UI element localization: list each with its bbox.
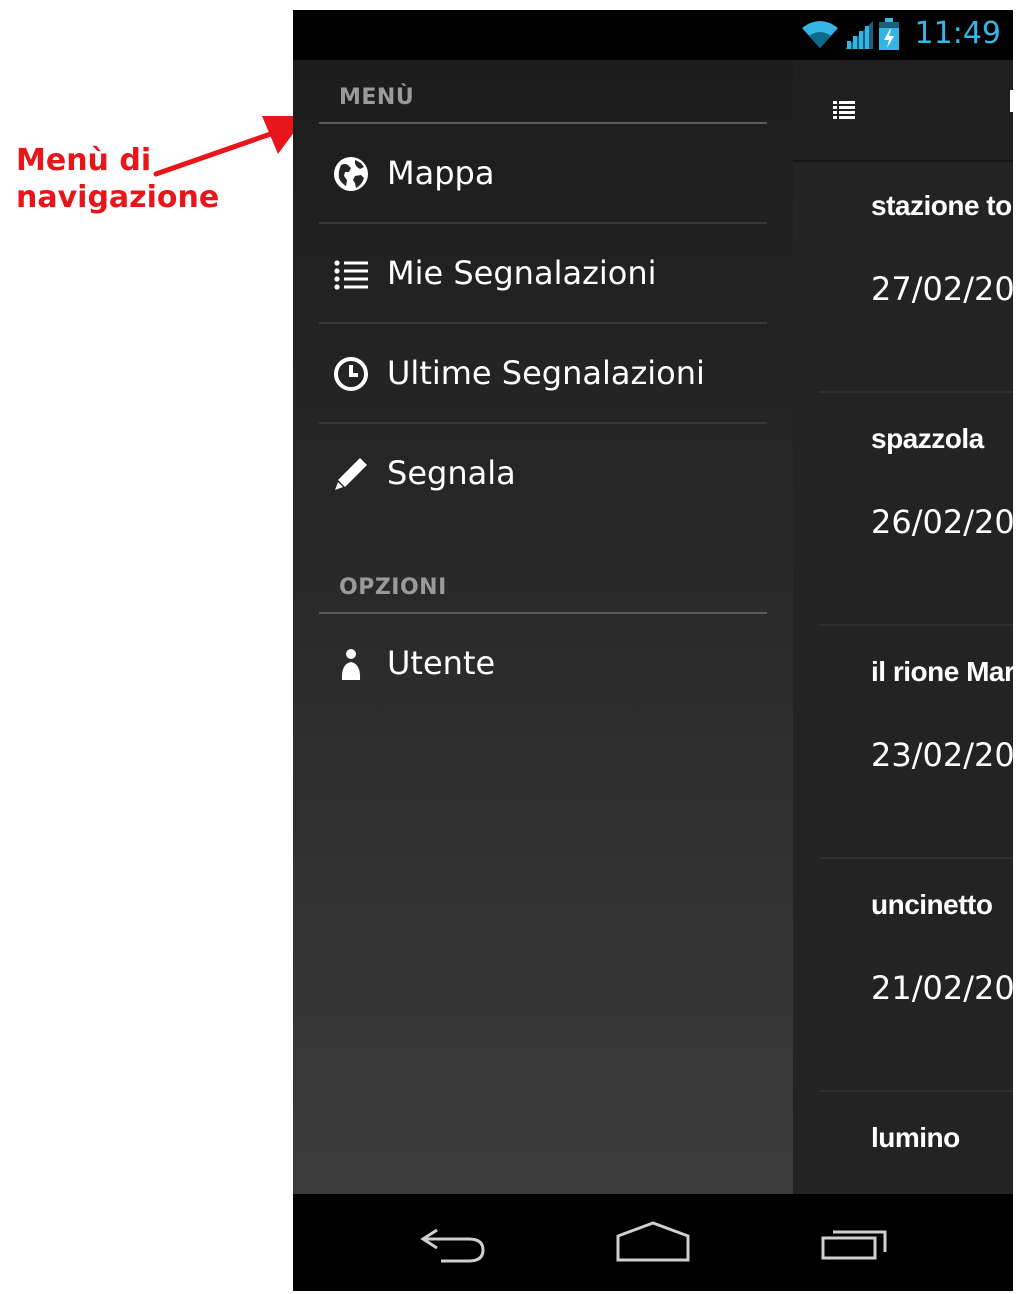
navigation-bar [293,1194,1013,1291]
phone-screen: 11:49 stazione to 27/02/20 spazzola 26/0… [293,10,1013,1291]
drawer-item-ultime-segnalazioni[interactable]: Ultime Segnalazioni [319,324,767,424]
drawer-item-label: Ultime Segnalazioni [387,354,705,392]
wifi-icon [801,20,838,48]
clock-time: 11:49 [914,16,1001,51]
status-bar: 11:49 [293,10,1013,60]
battery-charging-icon [878,17,899,50]
drawer-item-mappa[interactable]: Mappa [319,124,767,224]
list-item[interactable]: il rione Mar 23/02/20 [819,626,1013,859]
signal-icon [844,20,873,49]
drawer-item-segnala[interactable]: Segnala [319,424,767,522]
report-date: 27/02/20 [871,270,1013,308]
user-icon [341,649,361,680]
list-menu-icon[interactable] [833,100,855,120]
action-bar [793,60,1013,162]
list-icon [334,260,368,290]
list-item[interactable]: uncinetto 21/02/20 [819,859,1013,1092]
report-title: stazione to [871,190,1012,221]
report-date: 23/02/20 [871,736,1013,774]
drawer-item-mie-segnalazioni[interactable]: Mie Segnalazioni [319,224,767,324]
list-item[interactable]: spazzola 26/02/20 [819,393,1013,626]
report-title: il rione Mar [871,656,1013,687]
report-date: 26/02/20 [871,503,1013,541]
drawer-item-utente[interactable]: Utente [319,614,767,712]
report-title: spazzola [871,423,984,454]
options-section-header: OPZIONI [319,550,767,614]
action-bar-title-edge [1010,90,1013,112]
report-date: 21/02/20 [871,969,1013,1007]
menu-header-label: MENÙ [339,85,415,110]
globe-icon [334,157,368,191]
clock-icon [334,357,368,391]
reports-content: stazione to 27/02/20 spazzola 26/02/20 i… [793,60,1013,1194]
drawer-item-label: Mappa [387,154,495,192]
report-title: lumino [871,1122,960,1153]
drawer-item-label: Segnala [387,454,516,492]
report-title: uncinetto [871,889,993,920]
back-icon[interactable] [417,1220,487,1264]
navigation-drawer: MENÙ Mappa Mie Segnalazioni Ultime Segna… [293,60,793,1194]
annotation-arrow-icon [153,116,306,177]
recent-apps-icon[interactable] [819,1220,891,1264]
home-icon[interactable] [615,1220,691,1264]
menu-section-header: MENÙ [319,60,767,124]
drawer-item-label: Mie Segnalazioni [387,254,657,292]
drawer-item-label: Utente [387,644,496,682]
pencil-icon [335,458,367,490]
list-item[interactable]: stazione to 27/02/20 [819,160,1013,393]
options-header-label: OPZIONI [339,575,447,600]
reports-list: stazione to 27/02/20 spazzola 26/02/20 i… [793,160,1013,1291]
